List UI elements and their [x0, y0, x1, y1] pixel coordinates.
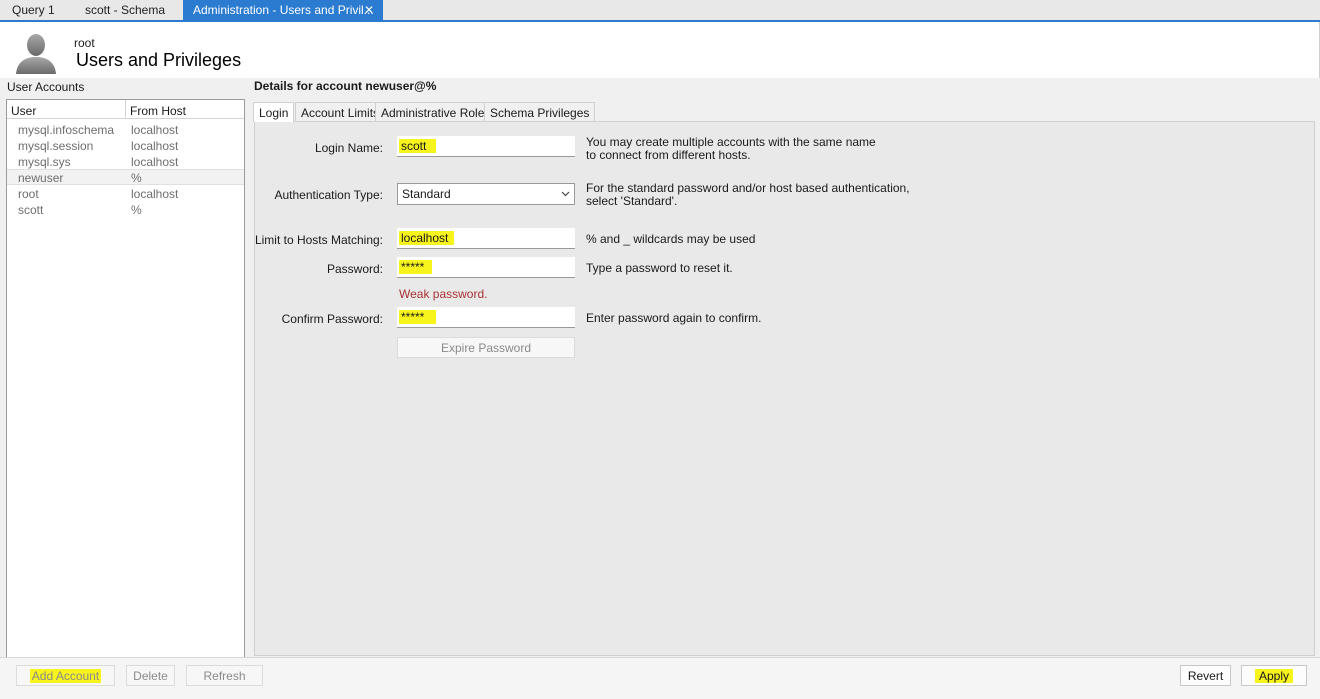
tab-account-limits[interactable]: Account Limits: [295, 102, 386, 121]
tab-administrative-roles[interactable]: Administrative Roles: [375, 102, 497, 121]
add-account-label: Add Account: [29, 669, 102, 683]
login-name-help: You may create multiple accounts with th…: [586, 136, 876, 162]
row-host: localhost: [131, 155, 179, 169]
password-input[interactable]: *****: [397, 257, 575, 278]
column-separator[interactable]: [125, 100, 126, 119]
user-accounts-list[interactable]: User From Host mysql.infoschema localhost…: [6, 99, 245, 658]
row-user: newuser: [18, 171, 64, 185]
column-from-host[interactable]: From Host: [130, 104, 186, 118]
login-name-label: Login Name:: [314, 141, 383, 155]
row-user: scott: [18, 203, 44, 217]
add-account-button[interactable]: Add Account: [16, 665, 115, 686]
user-accounts-label: User Accounts: [7, 80, 85, 94]
auth-type-label: Authentication Type:: [274, 188, 383, 202]
table-row[interactable]: mysql.infoschema localhost: [7, 122, 244, 138]
login-name-input[interactable]: scott: [397, 136, 575, 157]
close-icon[interactable]: ✕: [364, 3, 374, 17]
weak-password-warning: Weak password.: [399, 287, 488, 301]
current-user: root: [74, 36, 95, 50]
auth-type-value: Standard: [402, 187, 451, 201]
row-user: mysql.sys: [18, 155, 71, 169]
table-row-selected[interactable]: newuser%: [7, 169, 244, 185]
chevron-down-icon: [561, 191, 570, 197]
user-avatar-icon: [14, 30, 58, 74]
hosts-value: localhost: [399, 231, 455, 245]
confirm-password-value: *****: [399, 310, 437, 324]
password-value: *****: [399, 260, 433, 274]
list-header: User From Host: [7, 100, 244, 119]
row-host: %: [131, 203, 142, 217]
column-user[interactable]: User: [11, 104, 36, 118]
auth-type-help: For the standard password and/or host ba…: [586, 182, 910, 208]
expire-password-button[interactable]: Expire Password: [397, 337, 575, 358]
refresh-button[interactable]: Refresh: [186, 665, 263, 686]
auth-type-help-line: select 'Standard'.: [586, 194, 678, 208]
tab-administration-users-label: Administration - Users and Privil...: [193, 3, 374, 17]
page-title: Users and Privileges: [76, 50, 242, 70]
table-row[interactable]: scott%: [7, 202, 244, 218]
apply-button[interactable]: Apply: [1241, 665, 1307, 686]
login-name-help-line: to connect from different hosts.: [586, 148, 751, 162]
password-help: Type a password to reset it.: [586, 261, 733, 275]
row-user: mysql.session: [18, 139, 94, 153]
tab-administration-users[interactable]: Administration - Users and Privil...: [183, 0, 383, 20]
details-title: Details for account newuser@%: [254, 79, 437, 93]
tab-scott-schema[interactable]: scott - Schema: [75, 0, 175, 20]
row-user: mysql.infoschema: [18, 123, 115, 137]
auth-type-select[interactable]: Standard: [397, 183, 575, 205]
confirm-password-help: Enter password again to confirm.: [586, 311, 762, 325]
row-host: %: [131, 171, 142, 185]
row-user: root: [18, 187, 39, 201]
tab-query-1[interactable]: Query 1: [2, 0, 65, 20]
row-host: localhost: [131, 123, 179, 137]
login-name-value: scott: [399, 139, 437, 153]
tab-schema-privileges[interactable]: Schema Privileges: [484, 102, 596, 121]
hosts-help: % and _ wildcards may be used: [586, 232, 756, 246]
hosts-label: Limit to Hosts Matching:: [254, 233, 383, 247]
confirm-password-label: Confirm Password:: [281, 312, 383, 326]
confirm-password-input[interactable]: *****: [397, 307, 575, 328]
hosts-input[interactable]: localhost: [397, 228, 575, 249]
tab-login[interactable]: Login: [253, 102, 295, 122]
table-row[interactable]: mysql.sys localhost: [7, 154, 244, 170]
revert-button[interactable]: Revert: [1180, 665, 1231, 686]
password-label: Password:: [326, 262, 383, 276]
delete-button[interactable]: Delete: [126, 665, 175, 686]
apply-label: Apply: [1254, 669, 1294, 683]
